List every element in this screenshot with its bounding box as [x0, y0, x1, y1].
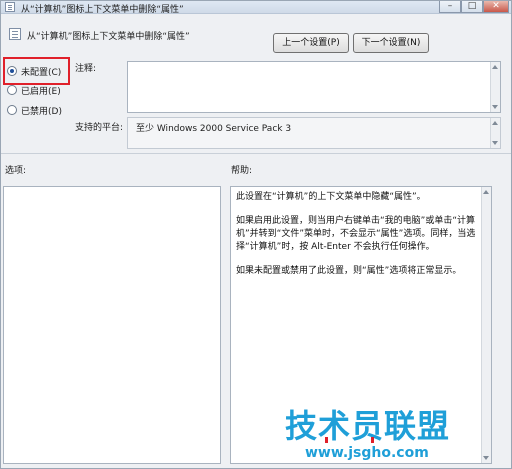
minimize-button[interactable]: – [439, 1, 461, 13]
comment-input[interactable] [127, 61, 501, 113]
policy-setting-icon [9, 28, 21, 40]
radio-not-configured[interactable]: 未配置(C) [7, 64, 61, 78]
help-label: 帮助: [231, 166, 253, 176]
close-button[interactable]: ✕ [483, 1, 509, 13]
site-watermark: 技术员联盟 www.jsgho.com [279, 401, 499, 465]
watermark-url: www.jsgho.com [305, 445, 429, 461]
previous-setting-button[interactable]: 上一个设置(P) [273, 33, 349, 53]
scroll-up-icon[interactable] [492, 121, 498, 125]
platform-scrollbar[interactable] [490, 118, 500, 148]
radio-disabled-label: 已禁用(D) [21, 106, 62, 117]
radio-selected-icon[interactable] [7, 66, 17, 76]
watermark-mark [371, 437, 374, 443]
help-paragraph: 此设置在“计算机”的上下文菜单中隐藏“属性”。 [236, 192, 426, 202]
scroll-down-icon[interactable] [492, 105, 498, 109]
platform-value: 至少 Windows 2000 Service Pack 3 [136, 124, 292, 134]
comment-scrollbar[interactable] [490, 62, 500, 112]
radio-unselected-icon[interactable] [7, 105, 17, 115]
options-label: 选项: [5, 166, 27, 176]
radio-not-configured-label: 未配置(C) [21, 67, 62, 78]
policy-header: 从“计算机”图标上下文菜单中删除“属性” [1, 15, 511, 55]
section-divider [1, 153, 511, 154]
maximize-button[interactable]: □ [461, 1, 483, 13]
options-panel [3, 186, 221, 464]
radio-disabled[interactable]: 已禁用(D) [7, 103, 62, 117]
next-setting-button[interactable]: 下一个设置(N) [353, 33, 429, 53]
radio-unselected-icon[interactable] [7, 85, 17, 95]
radio-enabled-label: 已启用(E) [21, 86, 61, 97]
scroll-up-icon[interactable] [492, 65, 498, 69]
policy-icon [5, 2, 15, 12]
watermark-marks [325, 437, 375, 443]
title-bar[interactable]: 从“计算机”图标上下文菜单中删除“属性” – □ ✕ [1, 1, 511, 15]
window-controls: – □ ✕ [439, 1, 509, 13]
help-paragraph: 如果未配置或禁用了此设置，则“属性”选项将正常显示。 [236, 266, 462, 276]
window-title: 从“计算机”图标上下文菜单中删除“属性” [21, 5, 184, 15]
help-paragraph: 如果启用此设置，则当用户右键单击“我的电脑”或单击“计算机”并转到“文件”菜单时… [236, 216, 476, 252]
policy-title: 从“计算机”图标上下文菜单中删除“属性” [27, 32, 190, 42]
comment-label: 注释: [75, 64, 97, 74]
radio-enabled[interactable]: 已启用(E) [7, 83, 61, 97]
watermark-mark [325, 437, 328, 443]
platform-box: 至少 Windows 2000 Service Pack 3 [127, 117, 501, 149]
policy-settings-window: 从“计算机”图标上下文菜单中删除“属性” – □ ✕ 从“计算机”图标上下文菜单… [0, 0, 512, 469]
platform-label: 支持的平台: [75, 123, 124, 133]
scroll-up-icon[interactable] [483, 190, 489, 194]
scroll-down-icon[interactable] [492, 141, 498, 145]
